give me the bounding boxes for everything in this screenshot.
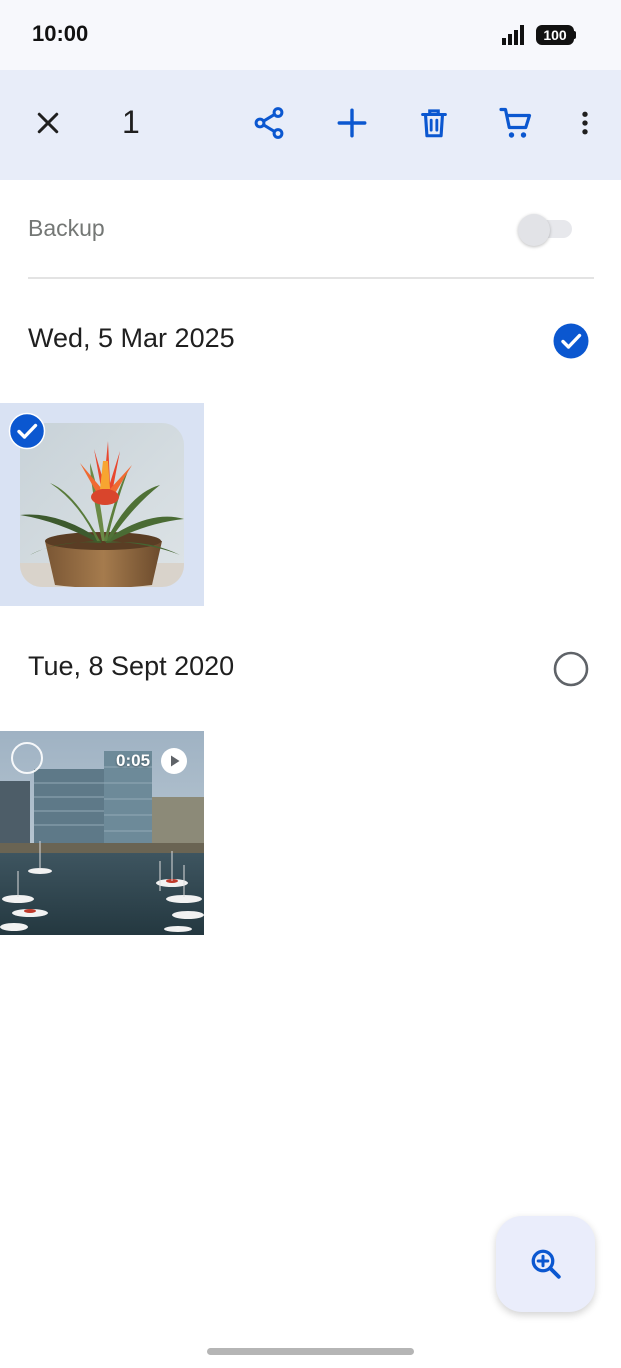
zoom-in-button[interactable] — [496, 1216, 595, 1312]
share-button[interactable] — [241, 95, 297, 151]
delete-button[interactable] — [406, 95, 462, 151]
photo-selected-check-icon[interactable] — [8, 412, 46, 450]
order-prints-button[interactable] — [488, 95, 544, 151]
date-header: Tue, 8 Sept 2020 — [28, 651, 235, 681]
battery-tip — [573, 31, 576, 39]
video-unselected-circle-icon[interactable] — [10, 741, 44, 775]
home-indicator[interactable] — [207, 1348, 414, 1355]
add-icon — [337, 108, 367, 138]
more-options-button[interactable] — [557, 95, 613, 151]
shopping-cart-icon — [499, 107, 532, 138]
backup-toggle[interactable] — [518, 214, 574, 246]
backup-label: Backup — [28, 215, 105, 241]
backup-row: Backup — [28, 180, 594, 279]
selection-toolbar: 1 — [0, 70, 621, 180]
delete-icon — [421, 109, 447, 138]
video-duration: 0:05 — [116, 751, 151, 770]
share-icon — [254, 107, 284, 139]
signal-icon — [502, 25, 524, 45]
close-icon — [37, 112, 59, 134]
selected-count: 1 — [122, 104, 140, 140]
battery-indicator: 100 — [536, 25, 574, 45]
select-all-checked-icon[interactable] — [552, 322, 590, 360]
zoom-in-icon — [531, 1249, 561, 1279]
battery-level: 100 — [543, 27, 567, 43]
play-icon — [161, 748, 187, 774]
status-time: 10:00 — [32, 21, 89, 46]
close-selection-button[interactable] — [20, 95, 76, 151]
add-to-album-button[interactable] — [324, 95, 380, 151]
date-header: Wed, 5 Mar 2025 — [28, 323, 235, 353]
more-vert-icon — [582, 111, 588, 135]
toggle-thumb — [518, 214, 550, 246]
status-bar: 10:00 100 — [0, 0, 621, 70]
select-all-unchecked-icon[interactable] — [552, 650, 590, 688]
